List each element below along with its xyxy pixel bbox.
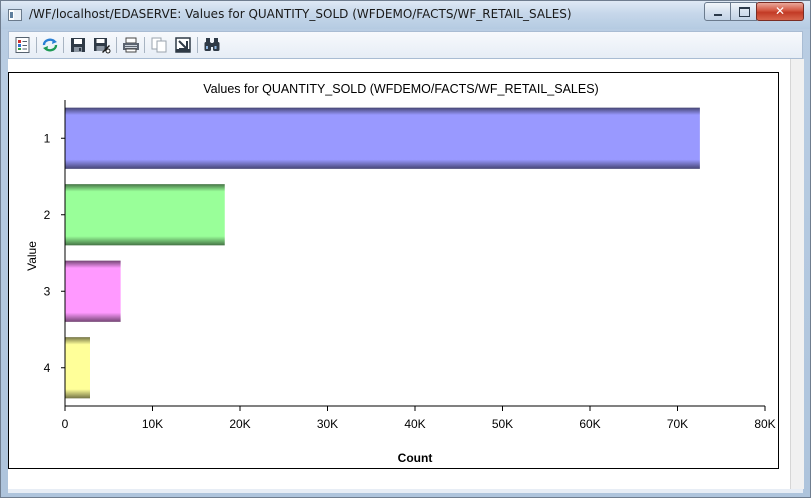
x-tick-label: 0	[62, 417, 69, 431]
y-ticks-layer: 1 2 3 4	[44, 131, 65, 375]
y-tick-label: 1	[44, 131, 51, 145]
x-tick-label: 10K	[142, 417, 163, 431]
x-axis-label: Count	[398, 451, 433, 465]
toolbar-separator	[197, 37, 198, 53]
y-axis-label: Value	[25, 241, 39, 271]
app-icon[interactable]	[8, 9, 22, 21]
x-tick-label: 70K	[667, 417, 688, 431]
x-tick-label: 30K	[317, 417, 338, 431]
title-bar[interactable]: /WF/localhost/EDASERVE: Values for QUANT…	[1, 1, 810, 29]
x-tick-label: 40K	[404, 417, 425, 431]
refresh-icon[interactable]	[41, 36, 59, 54]
y-tick-label: 2	[44, 208, 51, 222]
toolbar-separator	[116, 37, 117, 53]
x-ticks-layer: 0 10K 20K 30K 40K 50K 60K 70K 80K	[62, 406, 776, 431]
bar-2[interactable]	[65, 184, 225, 246]
bar-chart: Values for QUANTITY_SOLD (WFDEMO/FACTS/W…	[25, 82, 776, 465]
toolbar	[8, 31, 803, 59]
print-icon[interactable]	[122, 36, 140, 54]
toolbar-separator	[144, 37, 145, 53]
chart-properties-icon[interactable]	[14, 36, 32, 54]
vertical-scrollbar[interactable]	[790, 59, 804, 489]
bar-1[interactable]	[65, 107, 700, 169]
toolbar-separator	[63, 37, 64, 53]
x-tick-label: 20K	[229, 417, 250, 431]
copy-icon[interactable]	[150, 36, 168, 54]
toolbar-separator	[36, 37, 37, 53]
bar-4[interactable]	[65, 337, 91, 399]
x-tick-label: 80K	[754, 417, 775, 431]
x-tick-label: 50K	[492, 417, 513, 431]
y-tick-label: 4	[44, 361, 51, 375]
save-as-icon[interactable]	[93, 36, 111, 54]
minimize-button[interactable]	[704, 2, 731, 21]
bar-3[interactable]	[65, 260, 121, 322]
save-icon[interactable]	[69, 36, 87, 54]
chart-frame: Values for QUANTITY_SOLD (WFDEMO/FACTS/W…	[8, 72, 779, 469]
close-button[interactable]: ✕	[756, 2, 804, 21]
close-icon: ✕	[774, 4, 786, 18]
binoculars-icon[interactable]	[203, 36, 221, 54]
export-icon[interactable]	[174, 36, 192, 54]
status-strip	[8, 489, 803, 493]
minimize-icon	[714, 14, 722, 16]
maximize-button[interactable]	[730, 2, 757, 21]
y-tick-label: 3	[44, 284, 51, 298]
maximize-icon	[739, 7, 750, 17]
chart-title: Values for QUANTITY_SOLD (WFDEMO/FACTS/W…	[203, 82, 598, 96]
window-title: /WF/localhost/EDASERVE: Values for QUANT…	[29, 7, 572, 21]
bars-layer	[65, 107, 700, 399]
application-window: /WF/localhost/EDASERVE: Values for QUANT…	[0, 0, 811, 498]
x-tick-label: 60K	[579, 417, 600, 431]
